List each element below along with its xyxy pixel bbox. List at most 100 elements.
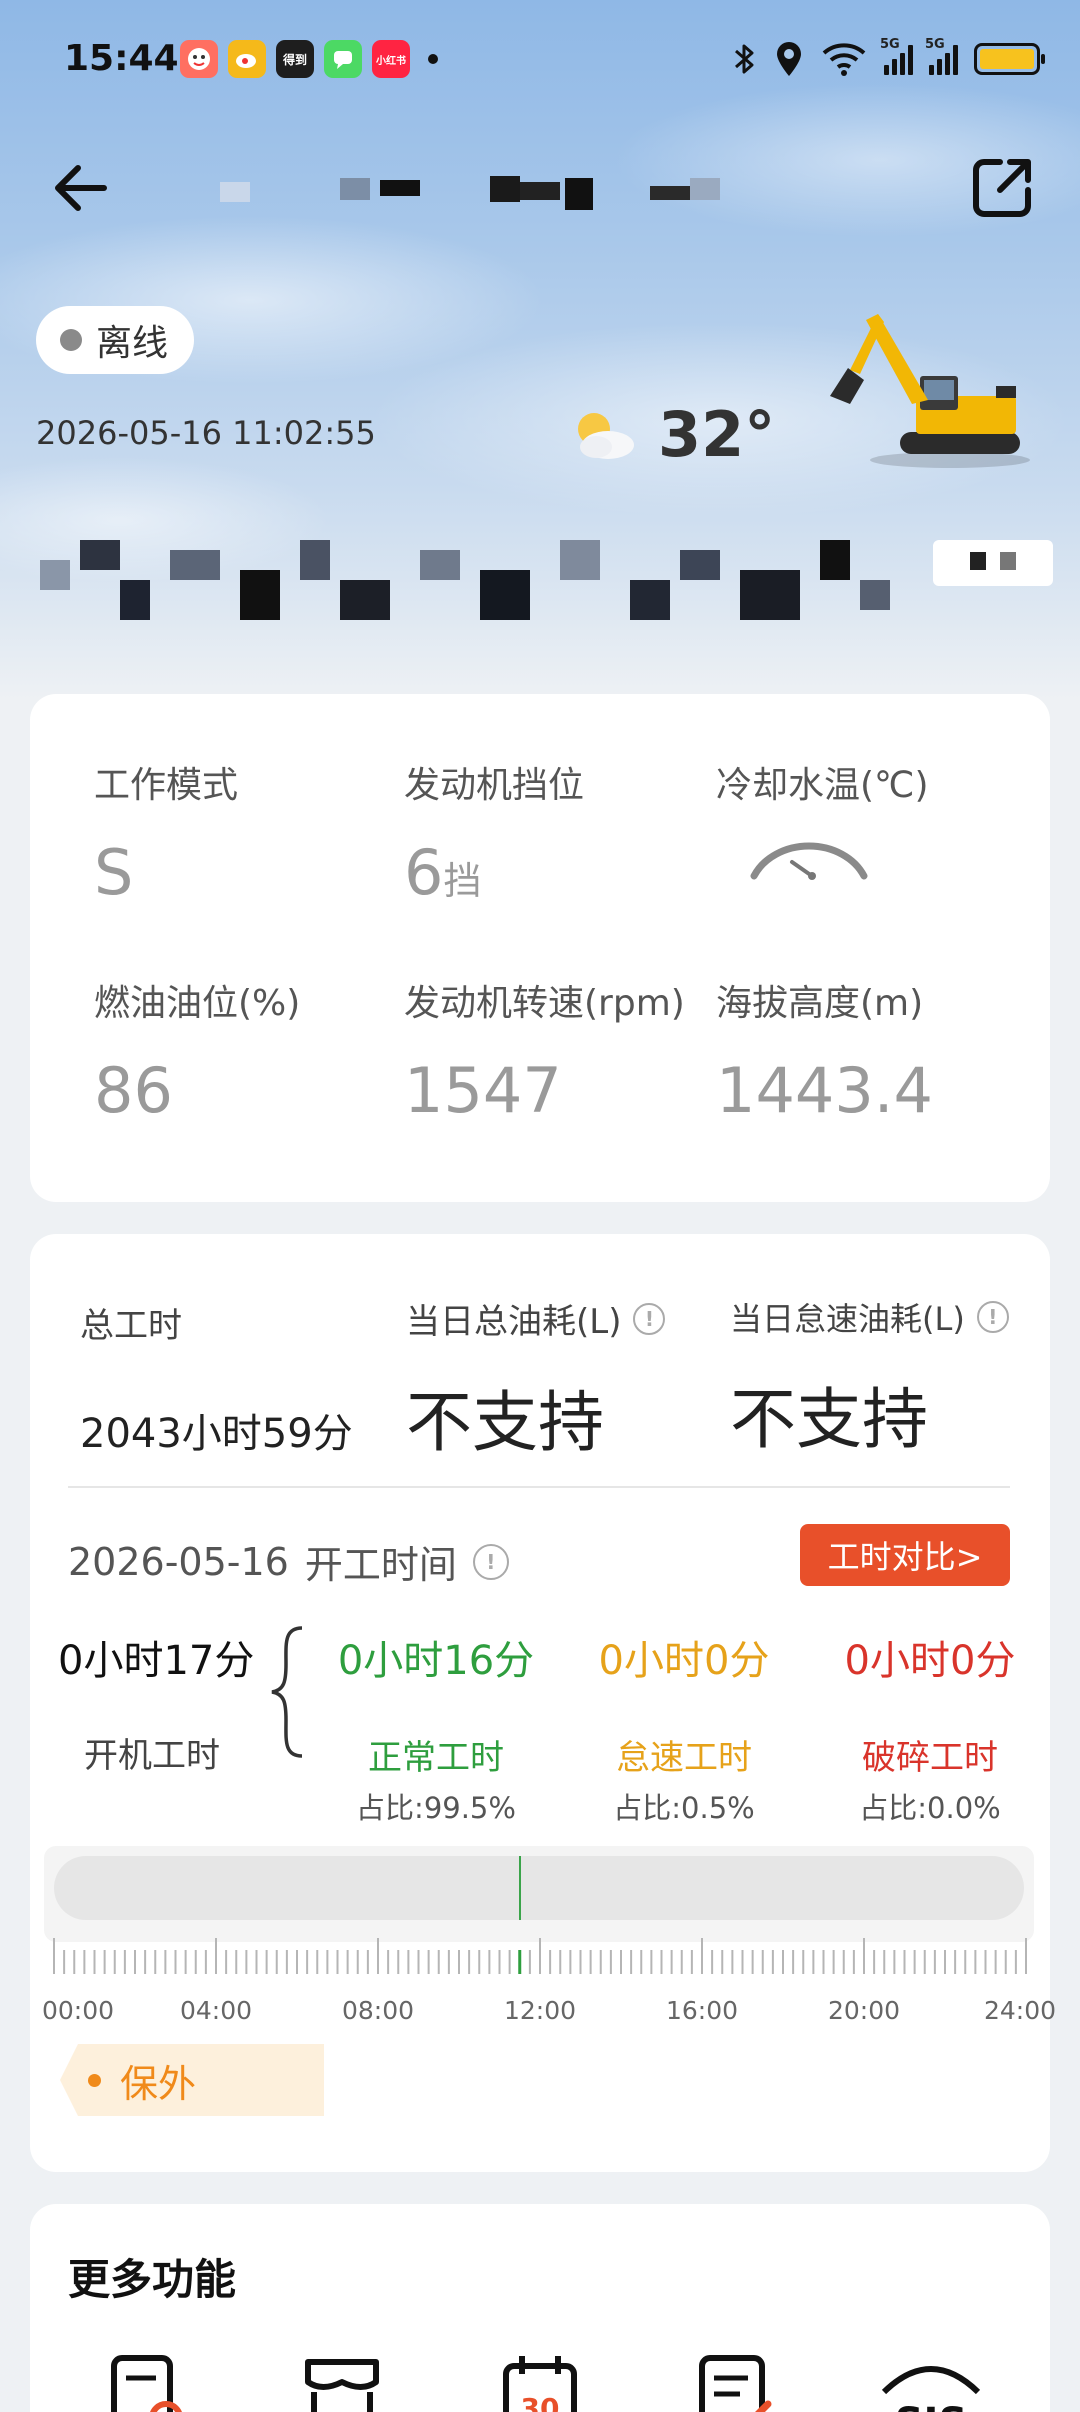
more-functions-title: 更多功能	[68, 2255, 237, 2304]
daily-fuel-value: 不支持	[406, 1384, 604, 1461]
address-redacted	[40, 540, 1053, 620]
signal-icon-2: 5G	[925, 37, 958, 75]
arrow-left-icon[interactable]	[50, 158, 110, 218]
on-hours-label: 开机工时	[84, 1736, 220, 1776]
excavator-image	[830, 314, 1030, 468]
status-dot-icon	[60, 329, 82, 351]
idle-hours-ratio: 占比:0.5%	[613, 1791, 755, 1825]
idle-fuel-label: 当日怠速油耗(L)	[730, 1300, 965, 1338]
timeline-ticks	[53, 1938, 1027, 1974]
timeline-bar	[54, 1856, 1024, 1920]
idle-hours-label: 怠速工时	[616, 1738, 752, 1778]
gear-value: 6	[404, 836, 444, 909]
gear-value-wrap: 6挡	[404, 836, 584, 909]
daily-fuel-label-row: 当日总油耗(L) !	[406, 1294, 666, 1343]
idle-fuel-label-row: 当日怠速油耗(L) !	[730, 1294, 1009, 1340]
normal-hours-ratio: 占比:99.5%	[356, 1791, 516, 1825]
timeline-marker	[518, 1856, 521, 1920]
news-icon: 得到	[276, 40, 314, 78]
partly-cloudy-icon	[578, 412, 634, 459]
fuel-level-label: 燃油油位(%)	[94, 983, 301, 1024]
network-label-2: 5G	[925, 37, 945, 52]
timeline-tick-label: 04:00	[179, 1996, 253, 2025]
gear-label: 发动机挡位	[404, 765, 585, 806]
fuel-level-metric: 燃油油位(%) 86	[94, 974, 300, 1127]
timeline-tick-label: 12:00	[503, 1996, 577, 2025]
sis-icon[interactable]: SIS	[876, 2352, 986, 2412]
total-hours-label: 总工时	[80, 1306, 182, 1346]
breaking-hours-label: 破碎工时	[862, 1738, 998, 1778]
coolant-metric: 冷却水温(℃)	[716, 756, 929, 898]
engine-rpm-label: 发动机转速(rpm)	[404, 983, 685, 1024]
document-edit-icon[interactable]	[696, 2352, 776, 2412]
svg-text:SIS: SIS	[895, 2400, 968, 2412]
engine-rpm-value: 1547	[404, 1054, 562, 1127]
idle-fuel-block: 当日怠速油耗(L) ! 不支持	[730, 1294, 1009, 1462]
info-icon[interactable]: !	[976, 1301, 1009, 1333]
normal-hours-block: 0小时16分 正常工时 占比:99.5%	[316, 1628, 556, 1827]
coolant-label: 冷却水温(℃)	[716, 765, 929, 806]
status-bar: 15:44 得到 小红书 5G 5G	[0, 0, 1080, 120]
engine-rpm-metric: 发动机转速(rpm) 1547	[404, 974, 685, 1127]
start-time-label: 开工时间	[304, 1543, 457, 1587]
bluetooth-icon	[735, 44, 754, 74]
report-icon[interactable]	[108, 2352, 188, 2412]
status-label: 离线	[96, 323, 169, 364]
system-icons: 5G 5G	[732, 37, 1045, 78]
work-mode-label: 工作模式	[94, 765, 239, 806]
temperature: 32°	[658, 398, 776, 471]
weather-widget: 32°	[564, 398, 775, 471]
notification-app-icons: 得到 小红书	[180, 40, 438, 78]
online-status-badge: 离线	[36, 306, 195, 374]
weibo-icon	[228, 40, 266, 78]
status-time: 15:44	[64, 38, 179, 79]
svg-text:30: 30	[521, 2392, 560, 2412]
work-mode-metric: 工作模式 S	[94, 756, 238, 909]
idle-hours-value: 0小时0分	[598, 1638, 770, 1684]
battery-icon	[974, 43, 1045, 75]
timeline-tick-label: 08:00	[341, 1996, 415, 2025]
network-label-1: 5G	[880, 37, 900, 52]
total-hours-value: 2043小时59分	[80, 1411, 353, 1457]
wifi-icon	[822, 43, 866, 76]
info-icon[interactable]: !	[472, 1543, 509, 1580]
xiaohongshu-icon-text: 小红书	[376, 55, 406, 67]
app-icon-1	[180, 40, 218, 78]
breaking-hours-ratio: 占比:0.0%	[859, 1791, 1001, 1825]
realtime-status-card: 工作模式 S 发动机挡位 6挡 冷却水温(℃) 燃油油位(%) 86 发动机转速…	[30, 694, 1050, 1202]
working-hours-card: 总工时 2043小时59分 当日总油耗(L) ! 不支持 当日怠速油耗(L) !…	[30, 1234, 1056, 2172]
news-icon-text: 得到	[282, 52, 307, 67]
gear-metric: 发动机挡位 6挡	[404, 756, 584, 909]
more-notifications-icon	[428, 54, 438, 64]
calendar-icon[interactable]: 30	[500, 2352, 580, 2412]
warranty-tag: 保外	[60, 2044, 324, 2116]
share-icon[interactable]	[970, 154, 1036, 220]
warranty-label: 保外	[120, 2061, 197, 2106]
messages-icon	[324, 40, 362, 78]
location-icon	[777, 42, 801, 76]
daily-fuel-label: 当日总油耗(L)	[406, 1302, 622, 1342]
work-mode-value: S	[94, 836, 134, 909]
more-functions-card: 更多功能 30 SIS	[30, 2204, 1050, 2412]
timeline-tick-label: 20:00	[827, 1996, 901, 2025]
coolant-gauge-icon	[750, 842, 868, 880]
timeline-tick-label: 00:00	[41, 1996, 115, 2025]
signal-icon-1: 5G	[880, 37, 913, 75]
brace-icon	[271, 1626, 303, 1758]
on-hours-value: 0小时17分	[58, 1638, 255, 1684]
breaking-hours-block: 0小时0分 破碎工时 占比:0.0%	[810, 1628, 1050, 1827]
altitude-metric: 海拔高度(m) 1443.4	[716, 974, 933, 1127]
total-hours-block: 总工时 2043小时59分	[80, 1298, 353, 1459]
xiaohongshu-icon: 小红书	[372, 40, 410, 78]
timeline-tick-label: 24:00	[983, 1996, 1057, 2025]
timeline-tick-label: 16:00	[665, 1996, 739, 2025]
info-icon[interactable]: !	[633, 1302, 666, 1335]
altitude-value: 1443.4	[716, 1054, 933, 1127]
hours-compare-button[interactable]: 工时对比>	[800, 1524, 1010, 1586]
timeline-track[interactable]	[44, 1846, 1034, 1942]
idle-hours-block: 0小时0分 怠速工时 占比:0.5%	[564, 1628, 804, 1827]
breaking-hours-value: 0小时0分	[844, 1638, 1016, 1684]
fuel-level-value: 86	[94, 1054, 173, 1127]
timeline-tick-labels: 00:00 04:00 08:00 12:00 16:00 20:00 24:00	[30, 1996, 1056, 2032]
store-icon[interactable]	[302, 2352, 382, 2412]
